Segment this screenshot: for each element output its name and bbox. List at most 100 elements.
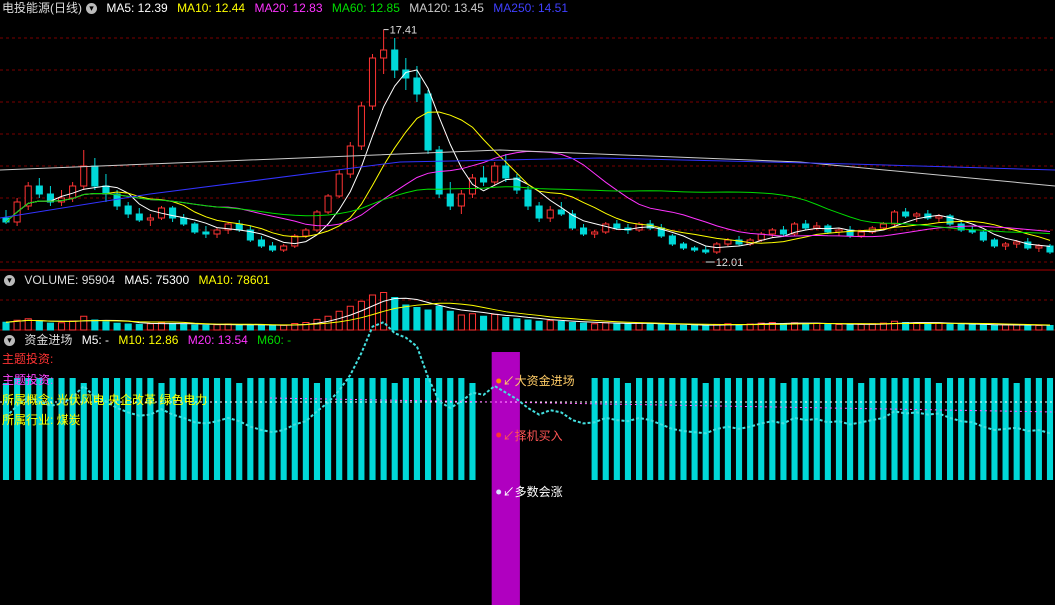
m60-label: M60: - (257, 333, 292, 347)
volume-bar (191, 324, 199, 331)
fund-bar (691, 378, 698, 480)
vol-ma10-label: MA10: 78601 (198, 273, 270, 287)
fund-bar (702, 383, 709, 480)
candle-body (990, 239, 999, 247)
ma60-label: MA60: 12.85 (331, 1, 400, 15)
fund-bar (913, 378, 920, 480)
candle-body (535, 205, 543, 219)
volume-bar (246, 324, 254, 331)
fund-bar (847, 378, 854, 480)
volume-bar (935, 322, 943, 331)
volume-bar (813, 322, 821, 331)
candle-body (502, 165, 510, 179)
fund-bar (724, 378, 731, 480)
candle-body (380, 49, 388, 59)
volume-bar (1035, 325, 1043, 331)
volume-bar (446, 310, 454, 331)
fund-bar (647, 378, 654, 480)
volume-bar (979, 324, 987, 331)
ma5-label: MA5: 12.39 (106, 1, 168, 15)
fund-bar (447, 378, 454, 480)
volume-bar (69, 320, 77, 331)
fund-bar (225, 378, 232, 480)
volume-bar (735, 324, 743, 331)
fund-bar (458, 378, 465, 480)
volume-bar (1024, 324, 1032, 331)
fund-bar (769, 378, 776, 480)
volume-bar (1002, 324, 1010, 331)
candle-body (591, 231, 599, 235)
candle-body (935, 215, 943, 219)
volume-bar (346, 305, 354, 331)
price-header: 电投能源(日线) ▾ MA5: 12.39 MA10: 12.44 MA20: 1… (2, 0, 574, 16)
candle-body (324, 195, 332, 213)
candle-body (668, 235, 676, 245)
volume-bar (357, 300, 365, 331)
chart-canvas: 17.4112.01↙大资金进场↙择机买入↙多数会涨↙大资金进场↙择机买入↙多数… (0, 25, 1055, 605)
volume-bar (235, 324, 243, 331)
ma120-label: MA120: 13.45 (409, 1, 484, 15)
volume-bar (602, 322, 610, 331)
fund-bar (613, 378, 620, 480)
volume-bar (624, 323, 632, 331)
volume-bar (268, 325, 277, 331)
fund-bar (424, 378, 432, 480)
volume-bar (535, 320, 543, 331)
volume-bar (579, 322, 588, 331)
vol-ma5-label: MA5: 75300 (124, 273, 190, 287)
candle-body (124, 205, 132, 215)
volume-bar (657, 323, 665, 331)
volume-bar (557, 321, 565, 331)
candle-body (91, 165, 99, 187)
volume-bars (2, 292, 1054, 331)
candles (2, 29, 1054, 254)
candle-body (313, 211, 321, 231)
volume-bar (591, 323, 599, 331)
candle-body (480, 177, 488, 183)
fund-bar (835, 378, 843, 480)
most-up-dot (496, 489, 502, 495)
candle-body (424, 93, 432, 151)
fund-bar (969, 378, 976, 480)
dropdown-icon[interactable]: ▾ (4, 275, 15, 287)
fund-bar (891, 378, 898, 480)
volume-bar (646, 323, 654, 331)
candle-body (391, 49, 399, 71)
volume-header: ▾ VOLUME: 95904 MA5: 75300 MA10: 78601 (2, 272, 276, 288)
candle-body (613, 223, 621, 229)
industry-label: 所属行业: 煤炭 (2, 413, 81, 427)
candle-body (413, 77, 421, 95)
candle-body (491, 165, 499, 183)
candle-body (557, 209, 565, 215)
concept-label: 所属概念: 光伏风电 央企改革 绿色电力 (2, 393, 208, 407)
fund-bar (1024, 378, 1031, 480)
candle-body (902, 211, 910, 217)
volume-bar (424, 309, 432, 331)
dropdown-icon[interactable]: ▾ (4, 335, 15, 347)
volume-bar (124, 323, 132, 331)
candle-body (579, 227, 588, 235)
candle-body (979, 231, 987, 241)
volume-bar (702, 325, 710, 331)
buy-label: ↙择机买入 (503, 429, 563, 443)
fund-bar (380, 378, 387, 480)
volume-bar (957, 324, 965, 331)
volume-bar (857, 323, 865, 331)
volume-bar (890, 320, 899, 331)
volume-bar (213, 324, 221, 331)
fund-bar (247, 378, 254, 480)
volume-bar (57, 322, 66, 331)
volume-bar (480, 315, 488, 331)
m20-label: M20: 13.54 (187, 333, 248, 347)
volume-bar (302, 322, 310, 331)
m5-label: M5: - (81, 333, 110, 347)
volume-bar (80, 315, 88, 331)
volume-bar (135, 323, 143, 331)
candle-body (335, 173, 343, 197)
fund-bar (658, 378, 665, 480)
volume-bar (468, 313, 477, 331)
dropdown-icon[interactable]: ▾ (86, 3, 97, 15)
most-up-label: ↙多数会涨 (503, 484, 563, 499)
fund-bar (624, 383, 632, 480)
candle-body (691, 247, 699, 251)
